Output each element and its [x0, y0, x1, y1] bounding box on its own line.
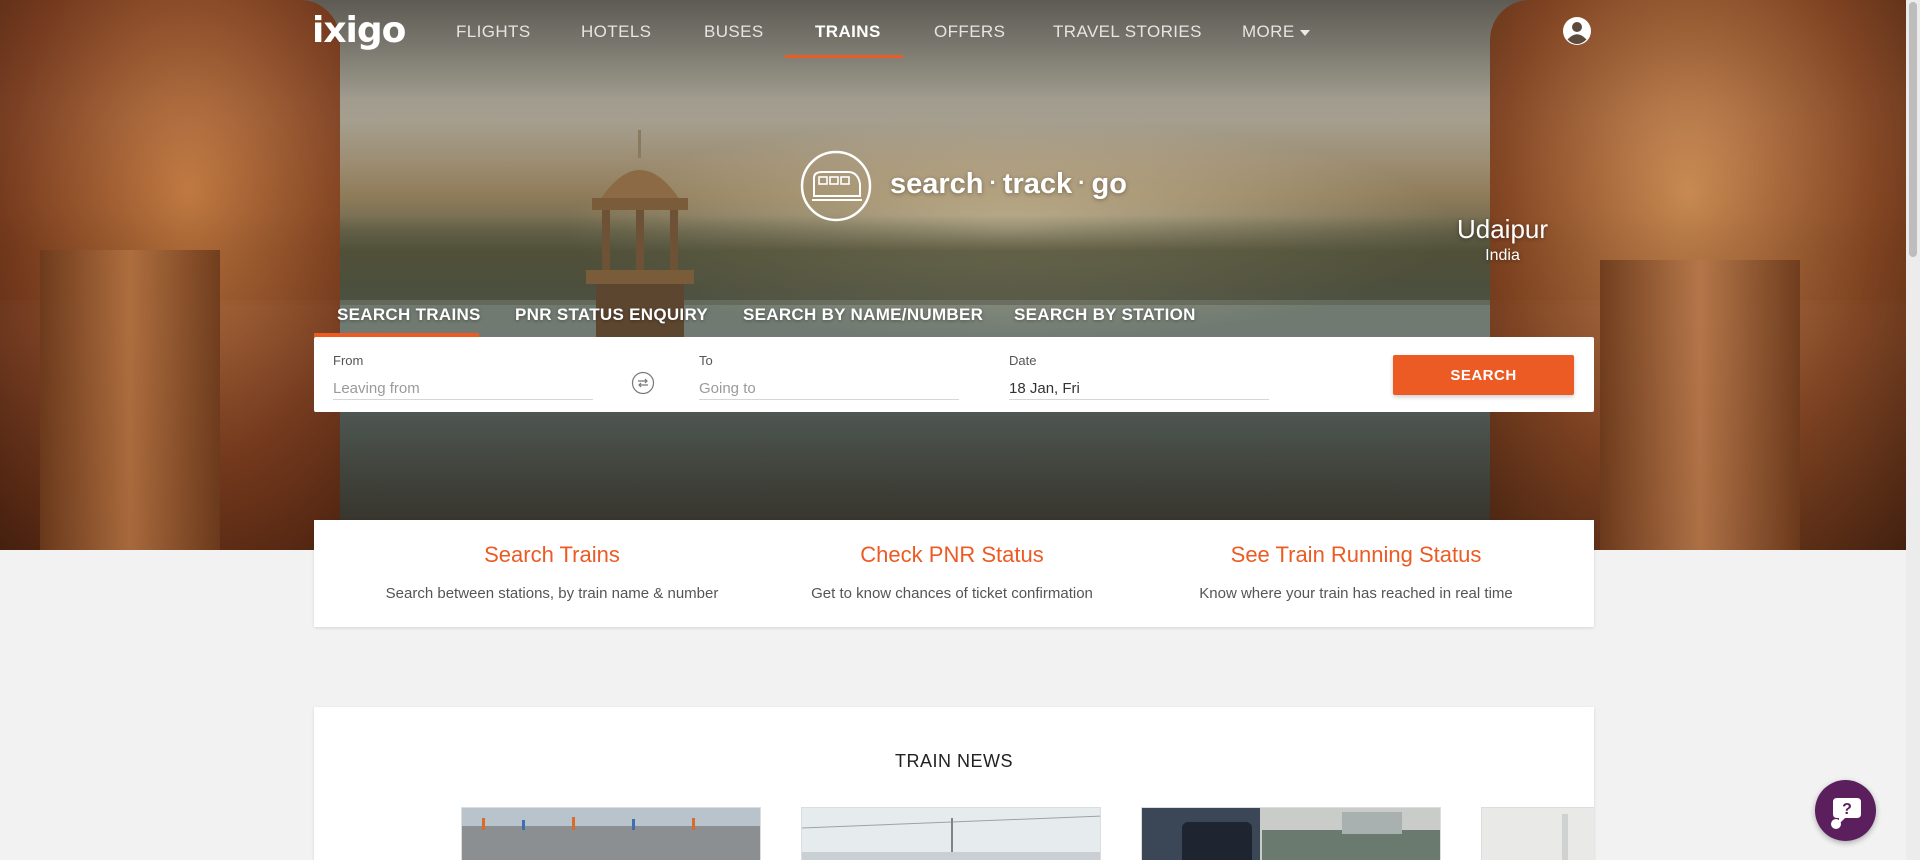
- nav-hotels[interactable]: HOTELS: [581, 22, 651, 42]
- location-city: Udaipur: [1456, 214, 1549, 244]
- feature-title: Search Trains: [484, 542, 620, 567]
- tagline-go: go: [1091, 168, 1127, 200]
- news-card[interactable]: [801, 807, 1101, 860]
- feature-desc: Know where your train has reached in rea…: [1199, 585, 1513, 602]
- tab-search-trains[interactable]: SEARCH TRAINS: [337, 305, 481, 325]
- search-button[interactable]: SEARCH: [1393, 355, 1574, 395]
- pillar-left: [0, 0, 340, 550]
- train-news-section: TRAIN NEWS: [314, 707, 1594, 860]
- feature-desc: Search between stations, by train name &…: [385, 585, 719, 602]
- news-card[interactable]: [461, 807, 761, 860]
- tagline-separator-2: ·: [1078, 170, 1086, 195]
- feature-title: Check PNR Status: [860, 542, 1044, 567]
- pavilion-illustration: [586, 130, 694, 354]
- date-label: Date: [1009, 353, 1037, 368]
- tagline-separator-1: ·: [989, 170, 997, 195]
- date-field: Date: [1009, 353, 1269, 400]
- location-country: India: [1485, 247, 1520, 264]
- hero-banner: [0, 0, 1920, 550]
- to-input[interactable]: [699, 378, 959, 400]
- tab-search-by-station[interactable]: SEARCH BY STATION: [1014, 305, 1196, 325]
- swap-icon[interactable]: [631, 371, 655, 395]
- svg-text:?: ?: [1842, 801, 1852, 818]
- nav-more[interactable]: MORE: [1242, 22, 1310, 42]
- chevron-down-icon: [1299, 29, 1310, 36]
- tagline-track: track: [1002, 168, 1073, 200]
- tab-search-by-name[interactable]: SEARCH BY NAME/NUMBER: [743, 305, 983, 325]
- nav-buses[interactable]: BUSES: [704, 22, 764, 42]
- from-input[interactable]: [333, 378, 593, 400]
- hero-location: Udaipur India: [1440, 214, 1565, 265]
- news-image: [802, 808, 1100, 860]
- hero-tagline: search · track · go: [890, 168, 1127, 201]
- nav-flights[interactable]: FLIGHTS: [456, 22, 531, 42]
- feature-running-status[interactable]: See Train Running Status Know where your…: [1146, 542, 1566, 602]
- features-strip: Search Trains Search between stations, b…: [314, 520, 1594, 627]
- news-image: [462, 808, 760, 860]
- train-search-form: From To Date SEARCH: [314, 337, 1594, 412]
- tab-pnr-status[interactable]: PNR STATUS ENQUIRY: [515, 305, 708, 325]
- nav-more-label: MORE: [1242, 22, 1295, 41]
- to-label: To: [699, 353, 713, 368]
- feature-search-trains[interactable]: Search Trains Search between stations, b…: [342, 542, 762, 602]
- feature-desc: Get to know chances of ticket confirmati…: [811, 585, 1093, 602]
- ixigo-logo[interactable]: ixigo: [312, 10, 406, 51]
- news-image: [1482, 808, 1594, 860]
- chat-icon: ?: [1831, 798, 1861, 829]
- nav-active-indicator: [785, 55, 903, 58]
- date-input[interactable]: [1009, 378, 1269, 400]
- from-field: From: [333, 353, 593, 400]
- news-title: TRAIN NEWS: [894, 751, 1013, 771]
- from-label: From: [333, 353, 364, 368]
- tagline-search: search: [890, 168, 984, 200]
- user-icon[interactable]: [1562, 16, 1592, 46]
- news-image: [1142, 808, 1440, 860]
- to-field: To: [699, 353, 959, 400]
- nav-offers[interactable]: OFFERS: [934, 22, 1005, 42]
- feature-pnr-status[interactable]: Check PNR Status Get to know chances of …: [742, 542, 1162, 602]
- nav-travel-stories[interactable]: TRAVEL STORIES: [1053, 22, 1202, 42]
- nav-trains[interactable]: TRAINS: [815, 22, 881, 42]
- train-icon: [800, 150, 872, 222]
- news-card[interactable]: [1481, 807, 1594, 860]
- news-card[interactable]: [1141, 807, 1441, 860]
- page-scrollbar[interactable]: [1906, 0, 1920, 860]
- chat-support-button[interactable]: ?: [1815, 780, 1876, 841]
- feature-title: See Train Running Status: [1230, 542, 1482, 567]
- pillar-right: [1490, 0, 1920, 550]
- top-nav: ixigo FLIGHTS HOTELS BUSES TRAINS OFFERS…: [0, 0, 1920, 60]
